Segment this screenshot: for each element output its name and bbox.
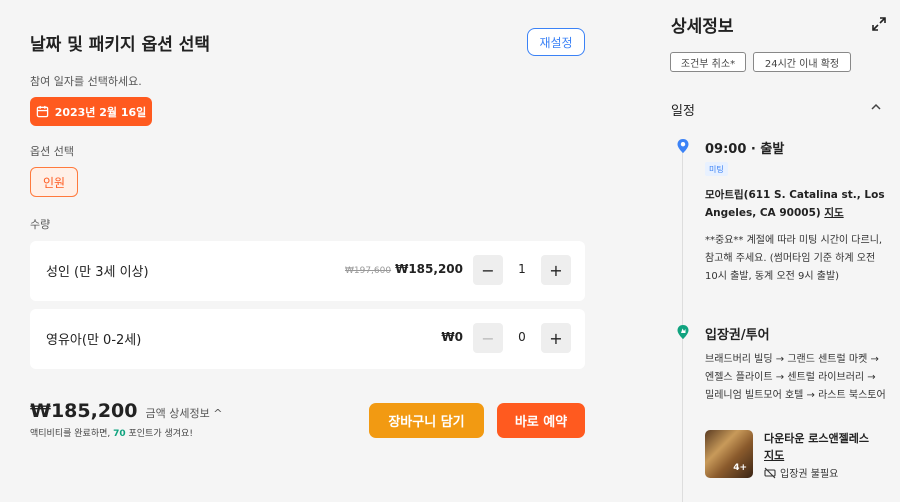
booking-card: 날짜 및 패키지 옵션 선택 재설정 참여 일자를 선택하세요. 2023년 2…	[0, 0, 617, 468]
plus-icon: +	[549, 328, 563, 348]
tag-confirmation: 24시간 이내 확정	[753, 52, 851, 72]
ticket-type-name: 영유아(만 0-2세)	[46, 333, 142, 348]
minus-icon: −	[481, 260, 495, 280]
date-picker-button[interactable]: 2023년 2월 16일	[30, 97, 152, 126]
book-now-button[interactable]: 바로 예약	[497, 403, 585, 438]
option-label: 옵션 선택	[30, 145, 74, 158]
booking-page: 날짜 및 패키지 옵션 선택 재설정 참여 일자를 선택하세요. 2023년 2…	[0, 0, 900, 502]
no-ticket-icon	[764, 467, 776, 478]
attraction-name: 다운타운 로스앤젤레스	[764, 432, 870, 445]
tour-route: 브래드버리 빌딩 → 그랜드 센트럴 마켓 → 엔젤스 플라이트 → 센트럴 라…	[705, 354, 886, 401]
sale-price: ₩185,200	[395, 262, 463, 276]
schedule-heading: 일정	[671, 104, 695, 119]
total-price: ₩185,200	[30, 400, 138, 422]
points-value: 70	[113, 429, 126, 439]
points-text: 포인트가 생겨요!	[125, 429, 193, 439]
ticket-type-name: 성인 (만 3세 이상)	[46, 265, 149, 280]
increment-button[interactable]: +	[541, 323, 571, 353]
meeting-note: **중요** 계절에 따라 미팅 시간이 다르니, 참고해 주세요. (썸머타임…	[705, 235, 883, 282]
decrement-button[interactable]: −	[473, 323, 503, 353]
location-pin-icon	[677, 139, 689, 153]
option-chip-people[interactable]: 인원	[30, 167, 78, 197]
meeting-address: 모아트립(611 S. Catalina st., Los Angeles, C…	[705, 186, 885, 222]
minus-icon: −	[481, 328, 495, 348]
reset-button[interactable]: 재설정	[527, 28, 585, 56]
date-prompt: 참여 일자를 선택하세요.	[30, 75, 142, 88]
address-text: 모아트립(611 S. Catalina st., Los Angeles, C…	[705, 189, 885, 219]
original-price: ₩197,600	[344, 266, 392, 276]
tag-cancel-policy: 조건부 취소*	[670, 52, 746, 72]
stop-time: 09:00 · 출발	[705, 142, 785, 157]
photo-count: 4+	[733, 463, 747, 473]
attraction-photo[interactable]: 4+	[705, 430, 753, 478]
quantity-row-infant: 영유아(만 0-2세) ₩0 − 0 +	[30, 309, 585, 369]
booking-title: 날짜 및 패키지 옵션 선택	[30, 35, 211, 55]
ticket-note-text: 입장권 불필요	[780, 469, 839, 480]
price-detail-toggle[interactable]: 금액 상세정보 ^	[146, 405, 223, 421]
price-box: ₩197,600 ₩185,200	[345, 262, 463, 276]
selected-date: 2023년 2월 16일	[54, 105, 147, 119]
expand-icon[interactable]	[871, 16, 887, 32]
stop-title: 입장권/투어	[705, 328, 770, 343]
chevron-up-icon[interactable]	[869, 100, 883, 114]
details-title: 상세정보	[671, 17, 734, 37]
details-panel: 상세정보 조건부 취소* 24시간 이내 확정 일정 09:00 · 출발 미팅…	[655, 0, 900, 502]
add-to-cart-button[interactable]: 장바구니 담기	[369, 403, 484, 438]
attraction-pin-icon	[677, 325, 689, 339]
decrement-button[interactable]: −	[473, 255, 503, 285]
points-note: 액티비티를 완료하면, 70 포인트가 생겨요!	[30, 426, 193, 439]
increment-button[interactable]: +	[541, 255, 571, 285]
ticket-note: 입장권 불필요	[764, 465, 838, 480]
map-link[interactable]: 지도	[824, 207, 843, 219]
meeting-badge: 미팅	[705, 162, 728, 176]
attraction-map-link[interactable]: 지도	[764, 447, 784, 463]
price-box: ₩0	[441, 330, 463, 344]
quantity-value: 1	[518, 262, 526, 276]
total-section: ₩185,200 금액 상세정보 ^	[30, 400, 222, 422]
quantity-row-adult: 성인 (만 3세 이상) ₩197,600 ₩185,200 − 1 +	[30, 241, 585, 301]
sale-price: ₩0	[441, 330, 463, 344]
quantity-value: 0	[518, 330, 526, 344]
plus-icon: +	[549, 260, 563, 280]
calendar-icon	[36, 105, 48, 118]
quantity-label: 수량	[30, 218, 51, 231]
points-text: 액티비티를 완료하면,	[30, 429, 114, 439]
